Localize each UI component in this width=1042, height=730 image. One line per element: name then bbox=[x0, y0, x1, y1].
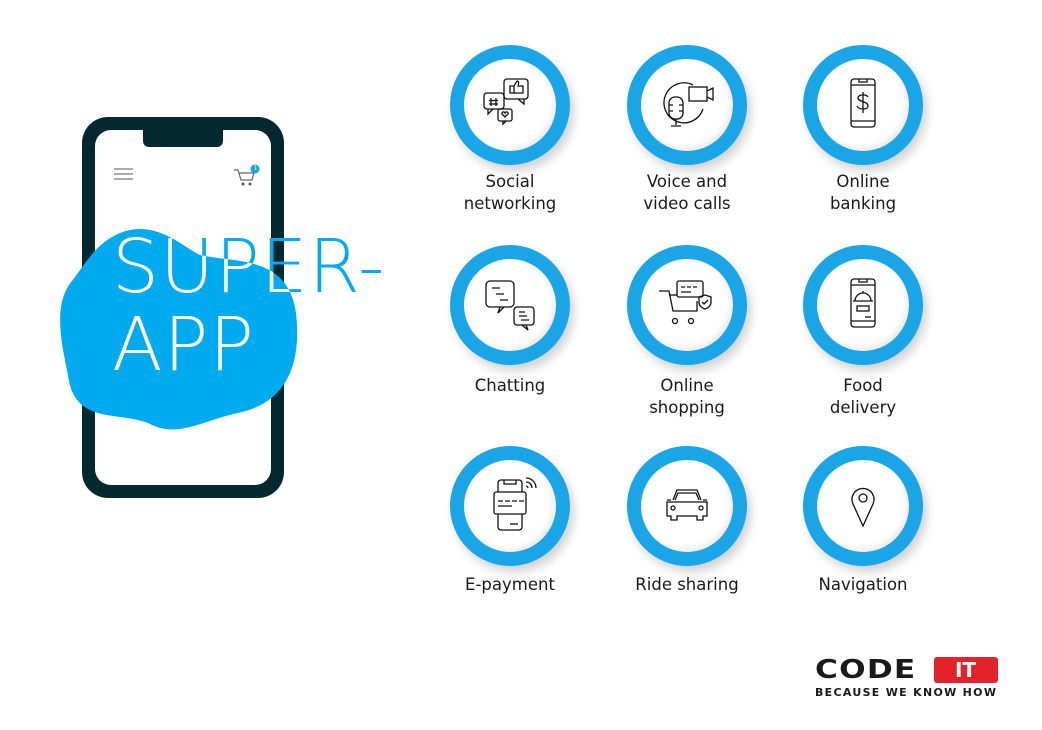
cart-badge: 1 bbox=[253, 165, 258, 172]
icon-ring bbox=[450, 446, 570, 566]
food-delivery-icon bbox=[850, 278, 876, 328]
icon-ring bbox=[803, 245, 923, 365]
feature-e-payment: E-payment bbox=[420, 446, 600, 646]
icon-ring bbox=[803, 45, 923, 165]
payment-terminal-icon bbox=[493, 477, 537, 531]
chat-bubbles-icon bbox=[485, 280, 535, 331]
icon-ring bbox=[450, 245, 570, 365]
car-icon bbox=[666, 489, 708, 521]
code-it-logo: CODE IT BECAUSE WE KNOW HOW bbox=[815, 655, 998, 699]
feature-online-shopping: Online shopping bbox=[597, 245, 777, 445]
icon-ring bbox=[627, 45, 747, 165]
hamburger-menu-icon bbox=[114, 168, 133, 180]
icon-ring bbox=[450, 45, 570, 165]
icon-ring bbox=[627, 245, 747, 365]
feature-label: Chatting bbox=[474, 376, 546, 395]
feature-social-networking: Social networking bbox=[420, 45, 600, 245]
feature-ride-sharing: Ride sharing bbox=[597, 446, 777, 646]
feature-label: Food delivery bbox=[829, 376, 897, 417]
icon-ring bbox=[803, 446, 923, 566]
mobile-banking-icon bbox=[850, 78, 876, 128]
voice-video-call-icon bbox=[663, 82, 714, 127]
shopping-cart-icon bbox=[659, 280, 712, 325]
feature-label: Online banking bbox=[829, 172, 897, 213]
icon-ring bbox=[627, 446, 747, 566]
logo-badge: IT bbox=[933, 657, 998, 683]
feature-food-delivery: Food delivery bbox=[773, 245, 953, 445]
feature-chatting: Chatting bbox=[420, 245, 600, 445]
feature-label: Social networking bbox=[463, 172, 557, 213]
feature-label: Online shopping bbox=[649, 376, 725, 417]
feature-voice-video-calls: Voice and video calls bbox=[597, 45, 777, 245]
feature-label: Navigation bbox=[818, 575, 908, 594]
map-pin-icon bbox=[851, 487, 875, 528]
feature-label: E-payment bbox=[465, 575, 555, 594]
logo-brand: CODE bbox=[815, 655, 917, 685]
feature-navigation: Navigation bbox=[773, 446, 953, 646]
social-networking-icon bbox=[483, 78, 529, 126]
feature-label: Ride sharing bbox=[635, 575, 739, 594]
logo-tagline: BECAUSE WE KNOW HOW bbox=[815, 686, 998, 699]
feature-online-banking: Online banking bbox=[773, 45, 953, 245]
feature-label: Voice and video calls bbox=[643, 172, 731, 213]
phone-notch bbox=[143, 117, 223, 147]
